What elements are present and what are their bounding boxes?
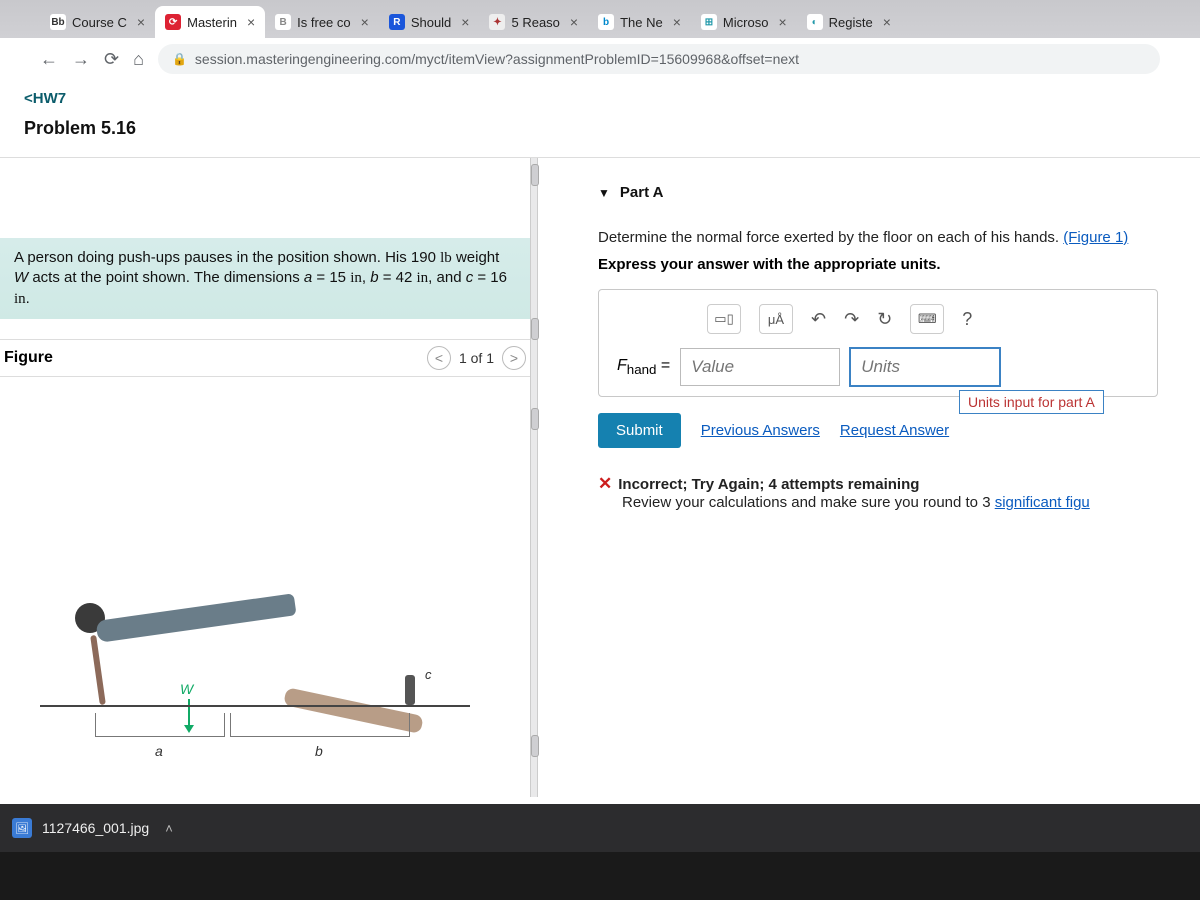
keyboard-button[interactable]: ⌨ <box>910 304 944 334</box>
incorrect-icon: ✕ <box>598 474 612 493</box>
dim-b-label: b <box>315 743 323 759</box>
download-filename: 1127466_001.jpg <box>42 820 149 836</box>
tab-favicon: B <box>275 14 291 30</box>
url-text: session.masteringengineering.com/myct/it… <box>195 51 799 67</box>
answer-instruction: Express your answer with the appropriate… <box>598 256 1200 273</box>
browser-tab[interactable]: ◐ Registe × <box>797 6 901 38</box>
units-input[interactable] <box>850 348 1000 386</box>
submit-button[interactable]: Submit <box>598 413 681 448</box>
close-icon[interactable]: × <box>137 14 145 30</box>
tab-label: Registe <box>829 15 873 30</box>
figure-heading: Figure <box>4 349 53 367</box>
feedback-block: ✕Incorrect; Try Again; 4 attempts remain… <box>598 474 1200 511</box>
close-icon[interactable]: × <box>883 14 891 30</box>
tab-favicon: ✦ <box>489 14 505 30</box>
close-icon[interactable]: × <box>247 14 255 30</box>
browser-tab[interactable]: ✦ 5 Reaso × <box>479 6 588 38</box>
tab-label: Masterin <box>187 15 237 30</box>
address-bar[interactable]: 🔒 session.masteringengineering.com/myct/… <box>158 44 1160 74</box>
browser-tab[interactable]: R Should × <box>379 6 480 38</box>
tab-favicon: R <box>389 14 405 30</box>
reset-button[interactable]: ↻ <box>877 309 892 330</box>
tab-label: Course C <box>72 15 127 30</box>
tab-label: The Ne <box>620 15 663 30</box>
forward-button[interactable]: → <box>72 49 90 70</box>
reload-button[interactable]: ⟳ <box>104 49 119 70</box>
browser-tab[interactable]: ⟳ Masterin × <box>155 6 265 38</box>
problem-title: Problem 5.16 <box>0 108 1200 157</box>
tab-favicon: ⟳ <box>165 14 181 30</box>
figure-pager-label: 1 of 1 <box>459 350 494 366</box>
home-button[interactable]: ⌂ <box>133 49 144 70</box>
download-item[interactable]: 🖼 1127466_001.jpg ˄ <box>12 818 173 838</box>
units-tooltip: Units input for part A <box>959 390 1104 414</box>
browser-tab[interactable]: b The Ne × <box>588 6 691 38</box>
part-prompt: Determine the normal force exerted by th… <box>598 229 1200 246</box>
close-icon[interactable]: × <box>570 14 578 30</box>
help-button[interactable]: ? <box>962 309 972 330</box>
variable-label: Fhand = <box>617 357 670 377</box>
undo-button[interactable]: ↶ <box>811 309 826 330</box>
download-chevron-icon[interactable]: ˄ <box>165 821 173 836</box>
value-input[interactable] <box>680 348 840 386</box>
previous-answers-link[interactable]: Previous Answers <box>701 422 820 439</box>
tab-favicon: Bb <box>50 14 66 30</box>
figure-image: W a b c <box>0 377 530 797</box>
sigfig-link[interactable]: significant figu <box>995 494 1090 511</box>
tab-label: Is free co <box>297 15 350 30</box>
browser-tab[interactable]: ⊞ Microso × <box>691 6 797 38</box>
download-shelf: 🖼 1127466_001.jpg ˄ <box>0 804 1200 852</box>
tab-favicon: ◐ <box>807 14 823 30</box>
answer-box: ▭▯ μÅ ↶ ↷ ↻ ⌨ ? Fhand = Units input for … <box>598 289 1158 397</box>
close-icon[interactable]: × <box>673 14 681 30</box>
request-answer-link[interactable]: Request Answer <box>840 422 949 439</box>
back-to-assignment-link[interactable]: <HW7 <box>24 90 66 107</box>
collapse-part-icon[interactable]: ▼ <box>598 186 610 200</box>
pane-resize-handle[interactable] <box>530 158 538 797</box>
figure-prev-button[interactable]: < <box>427 346 451 370</box>
dim-a-label: a <box>155 743 163 759</box>
file-icon: 🖼 <box>12 818 32 838</box>
template-tool-button[interactable]: ▭▯ <box>707 304 741 334</box>
back-button[interactable]: ← <box>40 49 58 70</box>
redo-button[interactable]: ↷ <box>844 309 859 330</box>
tab-label: 5 Reaso <box>511 15 559 30</box>
close-icon[interactable]: × <box>461 14 469 30</box>
figure-link[interactable]: (Figure 1) <box>1063 229 1128 246</box>
lock-icon: 🔒 <box>172 52 187 66</box>
tab-favicon: b <box>598 14 614 30</box>
tab-label: Microso <box>723 15 769 30</box>
problem-stem: A person doing push-ups pauses in the po… <box>0 238 530 319</box>
part-label: Part A <box>620 184 664 201</box>
browser-tab[interactable]: Bb Course C × <box>40 6 155 38</box>
tab-favicon: ⊞ <box>701 14 717 30</box>
symbols-tool-button[interactable]: μÅ <box>759 304 793 334</box>
browser-tab[interactable]: B Is free co × <box>265 6 379 38</box>
figure-next-button[interactable]: > <box>502 346 526 370</box>
dim-c-label: c <box>425 667 432 682</box>
tab-label: Should <box>411 15 451 30</box>
close-icon[interactable]: × <box>361 14 369 30</box>
close-icon[interactable]: × <box>778 14 786 30</box>
